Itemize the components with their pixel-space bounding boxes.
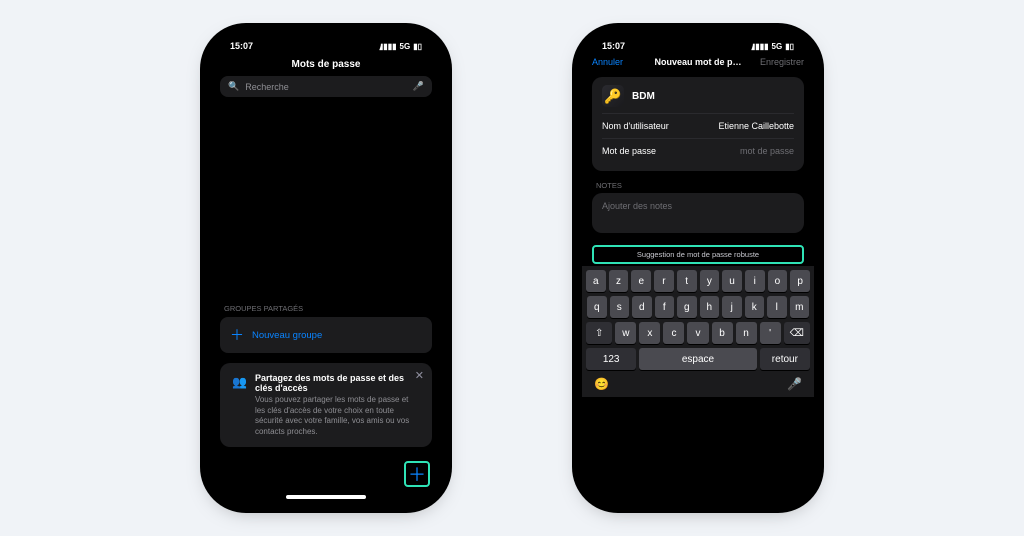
home-indicator[interactable] [286,495,366,499]
key-space[interactable]: espace [639,348,756,370]
entry-card: 🔑 BDM Nom d'utilisateur Etienne Caillebo… [592,77,804,171]
key-h[interactable]: h [700,296,720,318]
entry-name[interactable]: BDM [632,91,655,102]
key-t[interactable]: t [677,270,697,292]
key-y[interactable]: y [700,270,720,292]
nav-bar: Annuler Nouveau mot de p… Enregistrer [582,55,814,71]
toolbar: ＋ [210,455,442,489]
key-m[interactable]: m [790,296,810,318]
notes-placeholder: Ajouter des notes [602,201,672,211]
notes-label: NOTES [582,171,814,193]
signal-icon: ▮▮▮▮ [751,42,769,51]
new-group-row[interactable]: ＋ Nouveau groupe [220,317,432,353]
key-p[interactable]: p [790,270,810,292]
battery-icon: ▮▯ [785,42,794,51]
key-z[interactable]: z [609,270,629,292]
notes-field[interactable]: Ajouter des notes [592,193,804,233]
search-icon: 🔍 [228,81,239,92]
key-e[interactable]: e [631,270,651,292]
key-d[interactable]: d [632,296,652,318]
notch [271,33,381,57]
share-card: 👥 Partagez des mots de passe et des clés… [220,363,432,447]
people-icon: 👥 [232,373,247,437]
page-title: Nouveau mot de p… [645,57,751,67]
password-placeholder: mot de passe [740,146,794,156]
battery-icon: ▮▯ [413,42,422,51]
save-button[interactable]: Enregistrer [751,57,804,67]
key-x[interactable]: x [639,322,660,344]
key-v[interactable]: v [687,322,708,344]
network-label: 5G [400,42,411,51]
username-value: Etienne Caillebotte [718,121,794,131]
key-q[interactable]: q [587,296,607,318]
cancel-button[interactable]: Annuler [592,57,645,67]
key-s[interactable]: s [610,296,630,318]
key-u[interactable]: u [722,270,742,292]
key-b[interactable]: b [712,322,733,344]
search-input[interactable]: 🔍 Recherche 🎤 [220,76,432,97]
keyboard: azertyuiop qsdfghjklm ⇧wxcvbn'⌫ 123 espa… [582,266,814,397]
phone-right: 15:07 ▮▮▮▮ 5G ▮▯ Annuler Nouveau mot de … [582,33,814,503]
page-title: Mots de passe [210,55,442,76]
time: 15:07 [230,41,253,51]
close-icon[interactable]: ✕ [415,369,424,382]
groups-label: GROUPES PARTAGÉS [210,304,442,317]
key-n[interactable]: n [736,322,757,344]
key-⇧[interactable]: ⇧ [586,322,612,344]
key-r[interactable]: r [654,270,674,292]
username-label: Nom d'utilisateur [602,121,669,131]
search-placeholder: Recherche [245,82,289,92]
key-f[interactable]: f [655,296,675,318]
key-return[interactable]: retour [760,348,810,370]
time: 15:07 [602,41,625,51]
phone-left: 15:07 ▮▮▮▮ 5G ▮▯ Mots de passe 🔍 Recherc… [210,33,442,503]
key-i[interactable]: i [745,270,765,292]
password-label: Mot de passe [602,146,656,156]
emoji-icon[interactable]: 😊 [594,377,609,391]
key-g[interactable]: g [677,296,697,318]
add-button[interactable]: ＋ [404,461,430,487]
share-title: Partagez des mots de passe et des clés d… [255,373,420,393]
key-123[interactable]: 123 [586,348,636,370]
key-'[interactable]: ' [760,322,781,344]
key-c[interactable]: c [663,322,684,344]
network-label: 5G [772,42,783,51]
dictation-icon[interactable]: 🎤 [787,377,802,391]
key-w[interactable]: w [615,322,636,344]
password-field[interactable]: Mot de passe mot de passe [602,138,794,163]
notch [643,33,753,57]
plus-icon: ＋ [230,325,244,345]
share-sub: Vous pouvez partager les mots de passe e… [255,393,420,437]
key-l[interactable]: l [767,296,787,318]
password-suggestion[interactable]: Suggestion de mot de passe robuste [592,245,804,264]
signal-icon: ▮▮▮▮ [379,42,397,51]
username-field[interactable]: Nom d'utilisateur Etienne Caillebotte [602,113,794,138]
key-o[interactable]: o [768,270,788,292]
key-⌫[interactable]: ⌫ [784,322,810,344]
key-k[interactable]: k [745,296,765,318]
key-a[interactable]: a [586,270,606,292]
key-j[interactable]: j [722,296,742,318]
mic-icon[interactable]: 🎤 [413,81,424,92]
passwords-app-icon: 🔑 [602,85,624,107]
new-group-label: Nouveau groupe [252,330,322,341]
